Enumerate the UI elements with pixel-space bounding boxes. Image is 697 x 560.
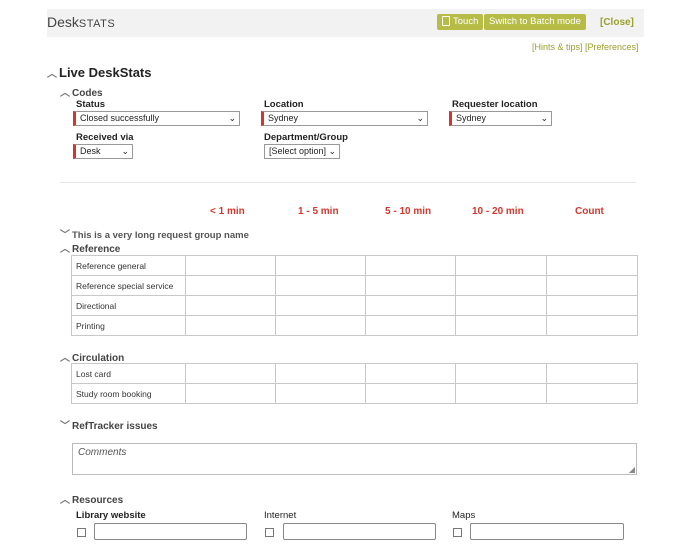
- codes-section-toggle[interactable]: ︿ Codes: [60, 84, 103, 99]
- top-bar: DeskSTATS Touch Switch to Batch mode [Cl…: [47, 9, 644, 37]
- tally-cell[interactable]: [365, 295, 456, 316]
- tally-cell[interactable]: [365, 383, 456, 404]
- col-header-lt1: < 1 min: [210, 206, 245, 217]
- chevron-down-icon: ﹀: [60, 421, 70, 432]
- maps-input[interactable]: [470, 523, 624, 540]
- chevron-down-icon: ⌄: [540, 113, 548, 123]
- count-cell[interactable]: [546, 295, 638, 316]
- tally-cell[interactable]: [275, 315, 366, 336]
- tally-cell[interactable]: [365, 255, 456, 276]
- row-label: Study room booking: [71, 383, 186, 404]
- tally-cell[interactable]: [275, 363, 366, 384]
- chevron-down-icon: ⌄: [121, 146, 129, 156]
- chevron-up-icon: ︿: [60, 88, 70, 99]
- col-header-10-20: 10 - 20 min: [472, 206, 524, 217]
- count-cell[interactable]: [546, 255, 638, 276]
- status-select[interactable]: Closed successfully ⌄: [73, 111, 240, 126]
- tally-cell[interactable]: [455, 383, 547, 404]
- tally-cell[interactable]: [365, 363, 456, 384]
- chevron-down-icon: ⌄: [328, 146, 336, 156]
- library-website-input[interactable]: [94, 523, 247, 540]
- tally-cell[interactable]: [455, 295, 547, 316]
- row-label: Printing: [71, 315, 186, 336]
- tally-cell[interactable]: [275, 295, 366, 316]
- reftracker-section-toggle[interactable]: ﹀ RefTracker issues: [60, 417, 158, 432]
- tally-cell[interactable]: [455, 363, 547, 384]
- reference-table: Reference general Reference special serv…: [71, 255, 638, 336]
- chevron-up-icon: ︿: [60, 244, 70, 255]
- library-website-label: Library website: [76, 510, 146, 521]
- divider: [60, 182, 636, 183]
- row-label: Directional: [71, 295, 186, 316]
- tally-cell[interactable]: [275, 383, 366, 404]
- tally-cell[interactable]: [365, 275, 456, 296]
- touch-icon: [442, 16, 450, 26]
- tally-cell[interactable]: [185, 315, 276, 336]
- chevron-up-icon: ︿: [60, 495, 70, 506]
- chevron-down-icon: ﹀: [60, 230, 70, 241]
- hints-link[interactable]: [Hints & tips]: [532, 42, 583, 52]
- count-cell[interactable]: [546, 315, 638, 336]
- location-select[interactable]: Sydney ⌄: [261, 111, 428, 126]
- col-header-1-5: 1 - 5 min: [298, 206, 339, 217]
- requester-location-select[interactable]: Sydney ⌄: [449, 111, 552, 126]
- maps-checkbox[interactable]: [453, 528, 462, 537]
- live-deskstats-heading[interactable]: ︿ Live DeskStats: [47, 65, 152, 80]
- close-link[interactable]: [Close]: [600, 17, 634, 28]
- tally-cell[interactable]: [275, 255, 366, 276]
- tally-cell[interactable]: [185, 363, 276, 384]
- internet-input[interactable]: [283, 523, 436, 540]
- status-label: Status: [76, 99, 106, 110]
- table-row: Reference general: [71, 255, 638, 276]
- internet-checkbox[interactable]: [265, 528, 274, 537]
- tally-cell[interactable]: [185, 255, 276, 276]
- department-select[interactable]: [Select option] ⌄: [264, 144, 340, 159]
- circulation-section-toggle[interactable]: ︿ Circulation: [60, 349, 124, 364]
- long-group-toggle[interactable]: ﹀ This is a very long request group name: [60, 226, 249, 241]
- row-label: Lost card: [71, 363, 186, 384]
- hints-bar: [Hints & tips] [Preferences]: [532, 42, 639, 52]
- count-cell[interactable]: [546, 383, 638, 404]
- chevron-down-icon: ⌄: [416, 113, 424, 123]
- internet-label: Internet: [264, 510, 297, 521]
- tally-cell[interactable]: [185, 275, 276, 296]
- location-label: Location: [264, 99, 304, 110]
- tally-cell[interactable]: [455, 275, 547, 296]
- touch-button[interactable]: Touch: [437, 14, 484, 30]
- resources-section-toggle[interactable]: ︿ Resources: [60, 491, 123, 506]
- row-label: Reference general: [71, 255, 186, 276]
- reference-section-toggle[interactable]: ︿ Reference: [60, 240, 120, 255]
- chevron-down-icon: ⌄: [228, 113, 236, 123]
- requester-location-label: Requester location: [452, 99, 538, 110]
- batch-mode-button[interactable]: Switch to Batch mode: [484, 14, 586, 30]
- tally-cell[interactable]: [185, 383, 276, 404]
- count-cell[interactable]: [546, 275, 638, 296]
- tally-cell[interactable]: [455, 315, 547, 336]
- comments-textarea[interactable]: Comments ◢: [72, 443, 637, 475]
- chevron-up-icon: ︿: [47, 69, 57, 80]
- department-label: Department/Group: [264, 132, 348, 143]
- table-row: Directional: [71, 295, 638, 316]
- app-logo: DeskSTATS: [47, 14, 116, 30]
- tally-cell[interactable]: [365, 315, 456, 336]
- row-label: Reference special service: [71, 275, 186, 296]
- table-row: Reference special service: [71, 275, 638, 296]
- library-website-checkbox[interactable]: [77, 528, 86, 537]
- received-via-select[interactable]: Desk ⌄: [73, 144, 133, 159]
- col-header-count: Count: [575, 206, 604, 217]
- chevron-up-icon: ︿: [60, 353, 70, 364]
- tally-cell[interactable]: [455, 255, 547, 276]
- resize-grip-icon[interactable]: ◢: [629, 465, 635, 474]
- received-via-label: Received via: [76, 132, 134, 143]
- count-cell[interactable]: [546, 363, 638, 384]
- table-row: Study room booking: [71, 383, 638, 404]
- col-header-5-10: 5 - 10 min: [385, 206, 432, 217]
- preferences-link[interactable]: [Preferences]: [585, 42, 639, 52]
- table-row: Printing: [71, 315, 638, 336]
- maps-label: Maps: [452, 510, 476, 521]
- tally-cell[interactable]: [185, 295, 276, 316]
- table-row: Lost card: [71, 363, 638, 384]
- circulation-table: Lost card Study room booking: [71, 363, 638, 404]
- tally-cell[interactable]: [275, 275, 366, 296]
